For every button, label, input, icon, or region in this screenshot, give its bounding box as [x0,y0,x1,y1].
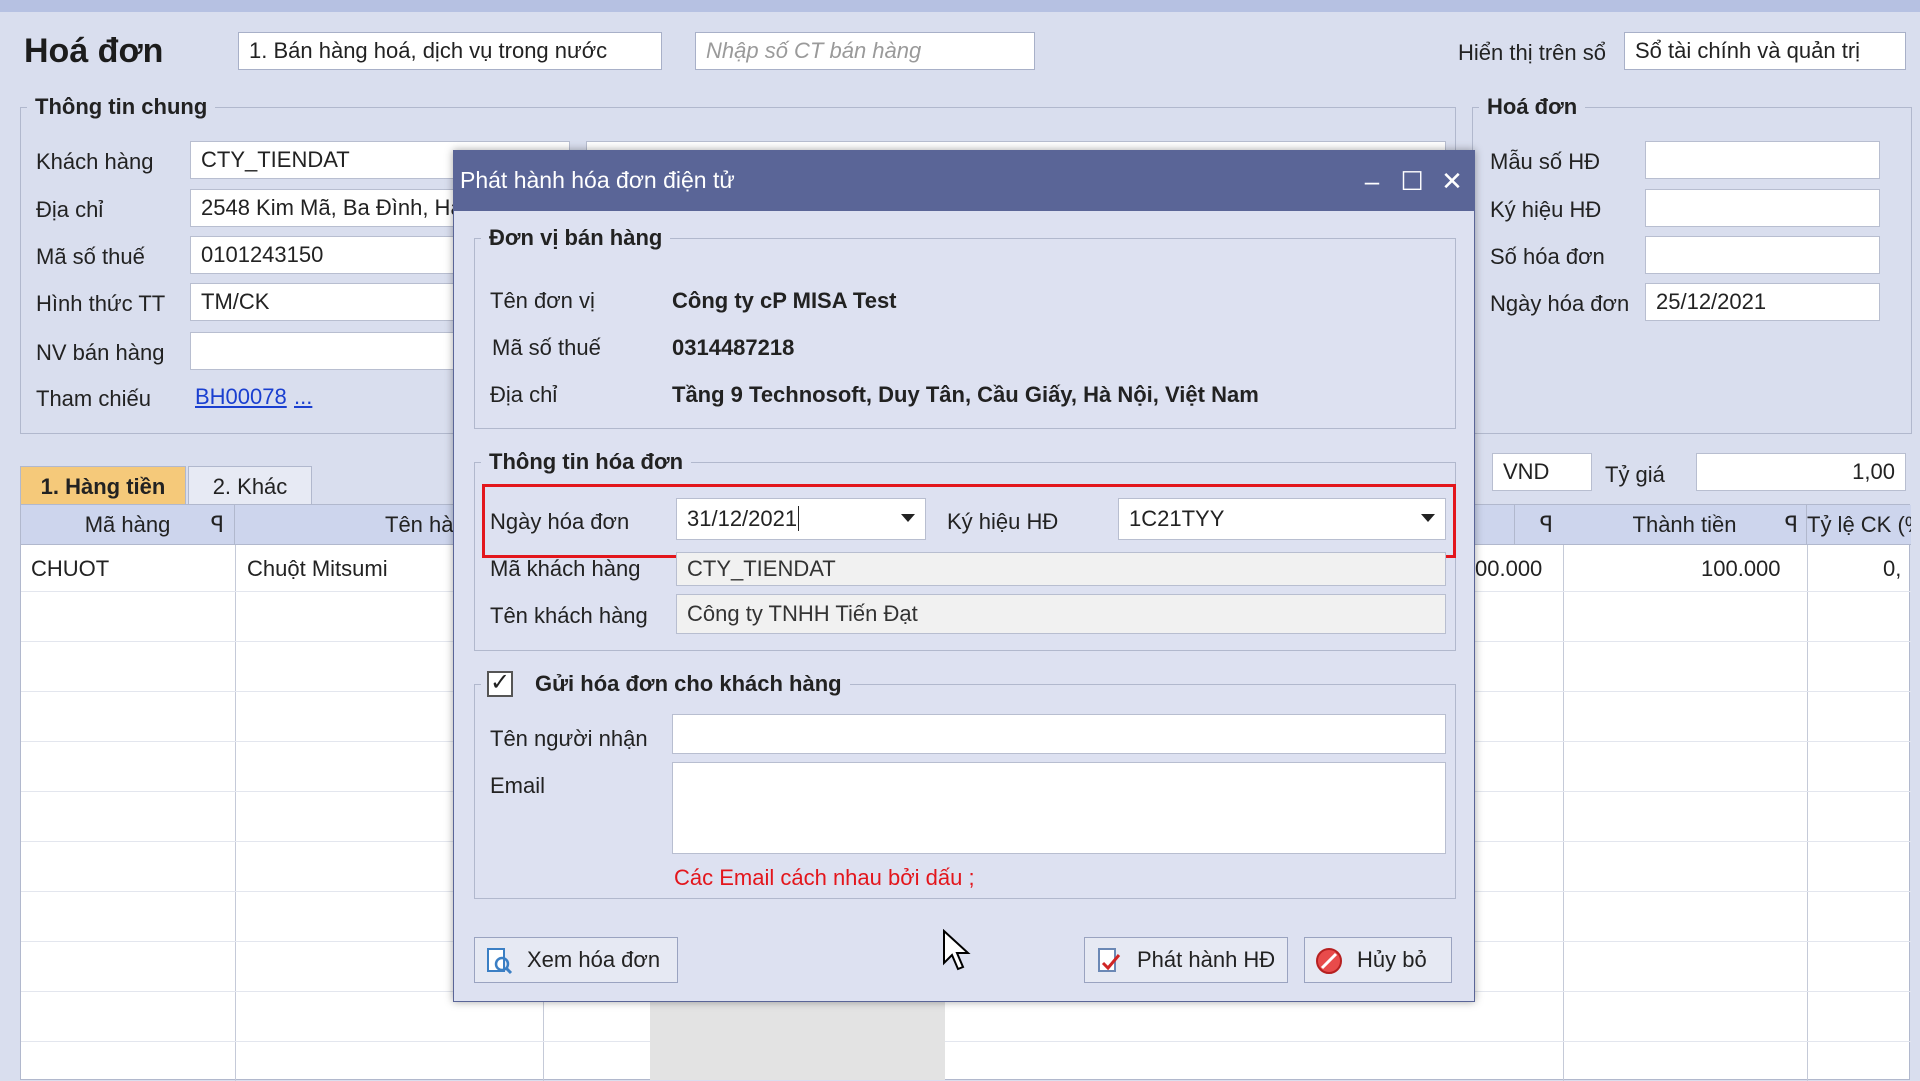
top-strip [0,0,1920,12]
seller-legend: Đơn vị bán hàng [489,225,663,250]
display-on-book-label: Hiển thị trên sổ [1458,40,1606,65]
customer-code-field[interactable]: CTY_TIENDAT [676,552,1446,586]
email-label: Email [490,773,546,798]
tax-code-label: Mã số thuế [36,244,145,269]
grid-header-discount[interactable]: Tỷ lệ CK (%) [1807,505,1911,545]
invoice-symbol-field[interactable] [1645,189,1880,227]
row-discount[interactable]: 0, [1883,549,1901,589]
seller-address-label: Địa chỉ [490,382,558,407]
pin-icon[interactable]: ꟼ [1540,505,1553,544]
grid-header-price[interactable]: ꟼ [1515,505,1563,545]
page-title: Hoá đơn [24,32,164,70]
invoice-number-field[interactable] [1645,236,1880,274]
document-search-icon [487,948,513,975]
cancel-icon [1316,948,1342,974]
reference-more-link[interactable]: ... [294,384,312,410]
payment-method-label: Hình thức TT [36,291,166,316]
grid-header-amount[interactable]: Thành tiền ꟼ [1563,505,1807,545]
exchange-rate-field[interactable]: 1,00 [1696,453,1906,491]
send-invoice-checkbox[interactable]: ✓ [487,669,513,697]
recipient-name-input[interactable] [672,714,1446,754]
customer-code-label: Mã khách hàng [490,556,641,581]
currency-field[interactable]: VND [1492,453,1592,491]
checkmark-icon: ✓ [490,669,511,696]
row-name[interactable]: Chuột Mitsumi [247,549,388,589]
grid-header-code[interactable]: Mã hàng ꟼ [21,505,235,545]
view-invoice-button[interactable]: Xem hóa đơn [474,937,678,983]
row-amount[interactable]: 100.000 [1701,549,1781,589]
dialog-titlebar[interactable]: Phát hành hóa đơn điện tử – ☐ ✕ [454,151,1474,211]
recipient-name-label: Tên người nhận [490,726,648,751]
email-hint: Các Email cách nhau bởi dấu ; [674,865,975,890]
reference-label: Tham chiếu [36,386,151,411]
seller-tax-label: Mã số thuế [492,335,601,360]
dialog-title: Phát hành hóa đơn điện tử [460,167,735,193]
seller-address-value: Tầng 9 Technosoft, Duy Tân, Cầu Giấy, Hà… [672,382,1259,407]
address-label: Địa chỉ [36,197,104,222]
minimize-icon[interactable]: – [1352,161,1392,201]
invoice-date-label: Ngày hóa đơn [1490,291,1630,316]
sales-staff-label: NV bán hàng [36,340,165,365]
invoice-number-label: Số hóa đơn [1490,244,1605,269]
pin-icon[interactable]: ꟼ [1785,505,1798,544]
seller-name-label: Tên đơn vị [490,288,595,313]
tab-other[interactable]: 2. Khác [188,466,312,506]
seller-name-value: Công ty cP MISA Test [672,288,897,313]
voucher-type-combo[interactable]: 1. Bán hàng hoá, dịch vụ trong nước [238,32,662,70]
pin-icon[interactable]: ꟼ [211,505,224,544]
customer-name-field[interactable]: Công ty TNHH Tiến Đạt [676,594,1446,634]
email-textarea[interactable] [672,762,1446,854]
issue-invoice-button[interactable]: Phát hành HĐ [1084,937,1288,983]
row-price[interactable]: 00.000 [1475,549,1542,589]
invoice-info-legend: Thông tin hóa đơn [489,449,684,474]
customer-name-label: Tên khách hàng [490,603,648,628]
cancel-button[interactable]: Hủy bỏ [1304,937,1452,983]
invoice-form-field[interactable] [1645,141,1880,179]
close-icon[interactable]: ✕ [1432,161,1472,201]
highlight-box [482,484,1456,558]
general-info-legend: Thông tin chung [35,94,208,119]
invoice-symbol-label: Ký hiệu HĐ [1490,197,1602,222]
invoice-date-field[interactable]: 25/12/2021 [1645,283,1880,321]
exchange-rate-label: Tỷ giá [1605,462,1665,487]
maximize-icon[interactable]: ☐ [1392,161,1432,201]
mouse-cursor-icon [942,928,972,977]
row-code[interactable]: CHUOT [31,549,109,589]
invoice-form-label: Mẫu số HĐ [1490,149,1601,174]
grid-scroll-area [650,1000,945,1080]
send-invoice-legend: Gửi hóa đơn cho khách hàng [535,671,842,696]
document-check-icon [1098,948,1121,972]
doc-number-input[interactable]: Nhập số CT bán hàng [695,32,1035,70]
customer-label: Khách hàng [36,149,154,174]
invoice-legend: Hoá đơn [1487,94,1578,119]
display-on-book-combo[interactable]: Sổ tài chính và quản trị [1624,32,1906,70]
tab-goods-money[interactable]: 1. Hàng tiền [20,466,186,506]
issue-e-invoice-dialog: Phát hành hóa đơn điện tử – ☐ ✕ Đơn vị b… [453,150,1475,1002]
seller-tax-value: 0314487218 [672,335,795,360]
reference-link[interactable]: BH00078 [195,384,287,410]
